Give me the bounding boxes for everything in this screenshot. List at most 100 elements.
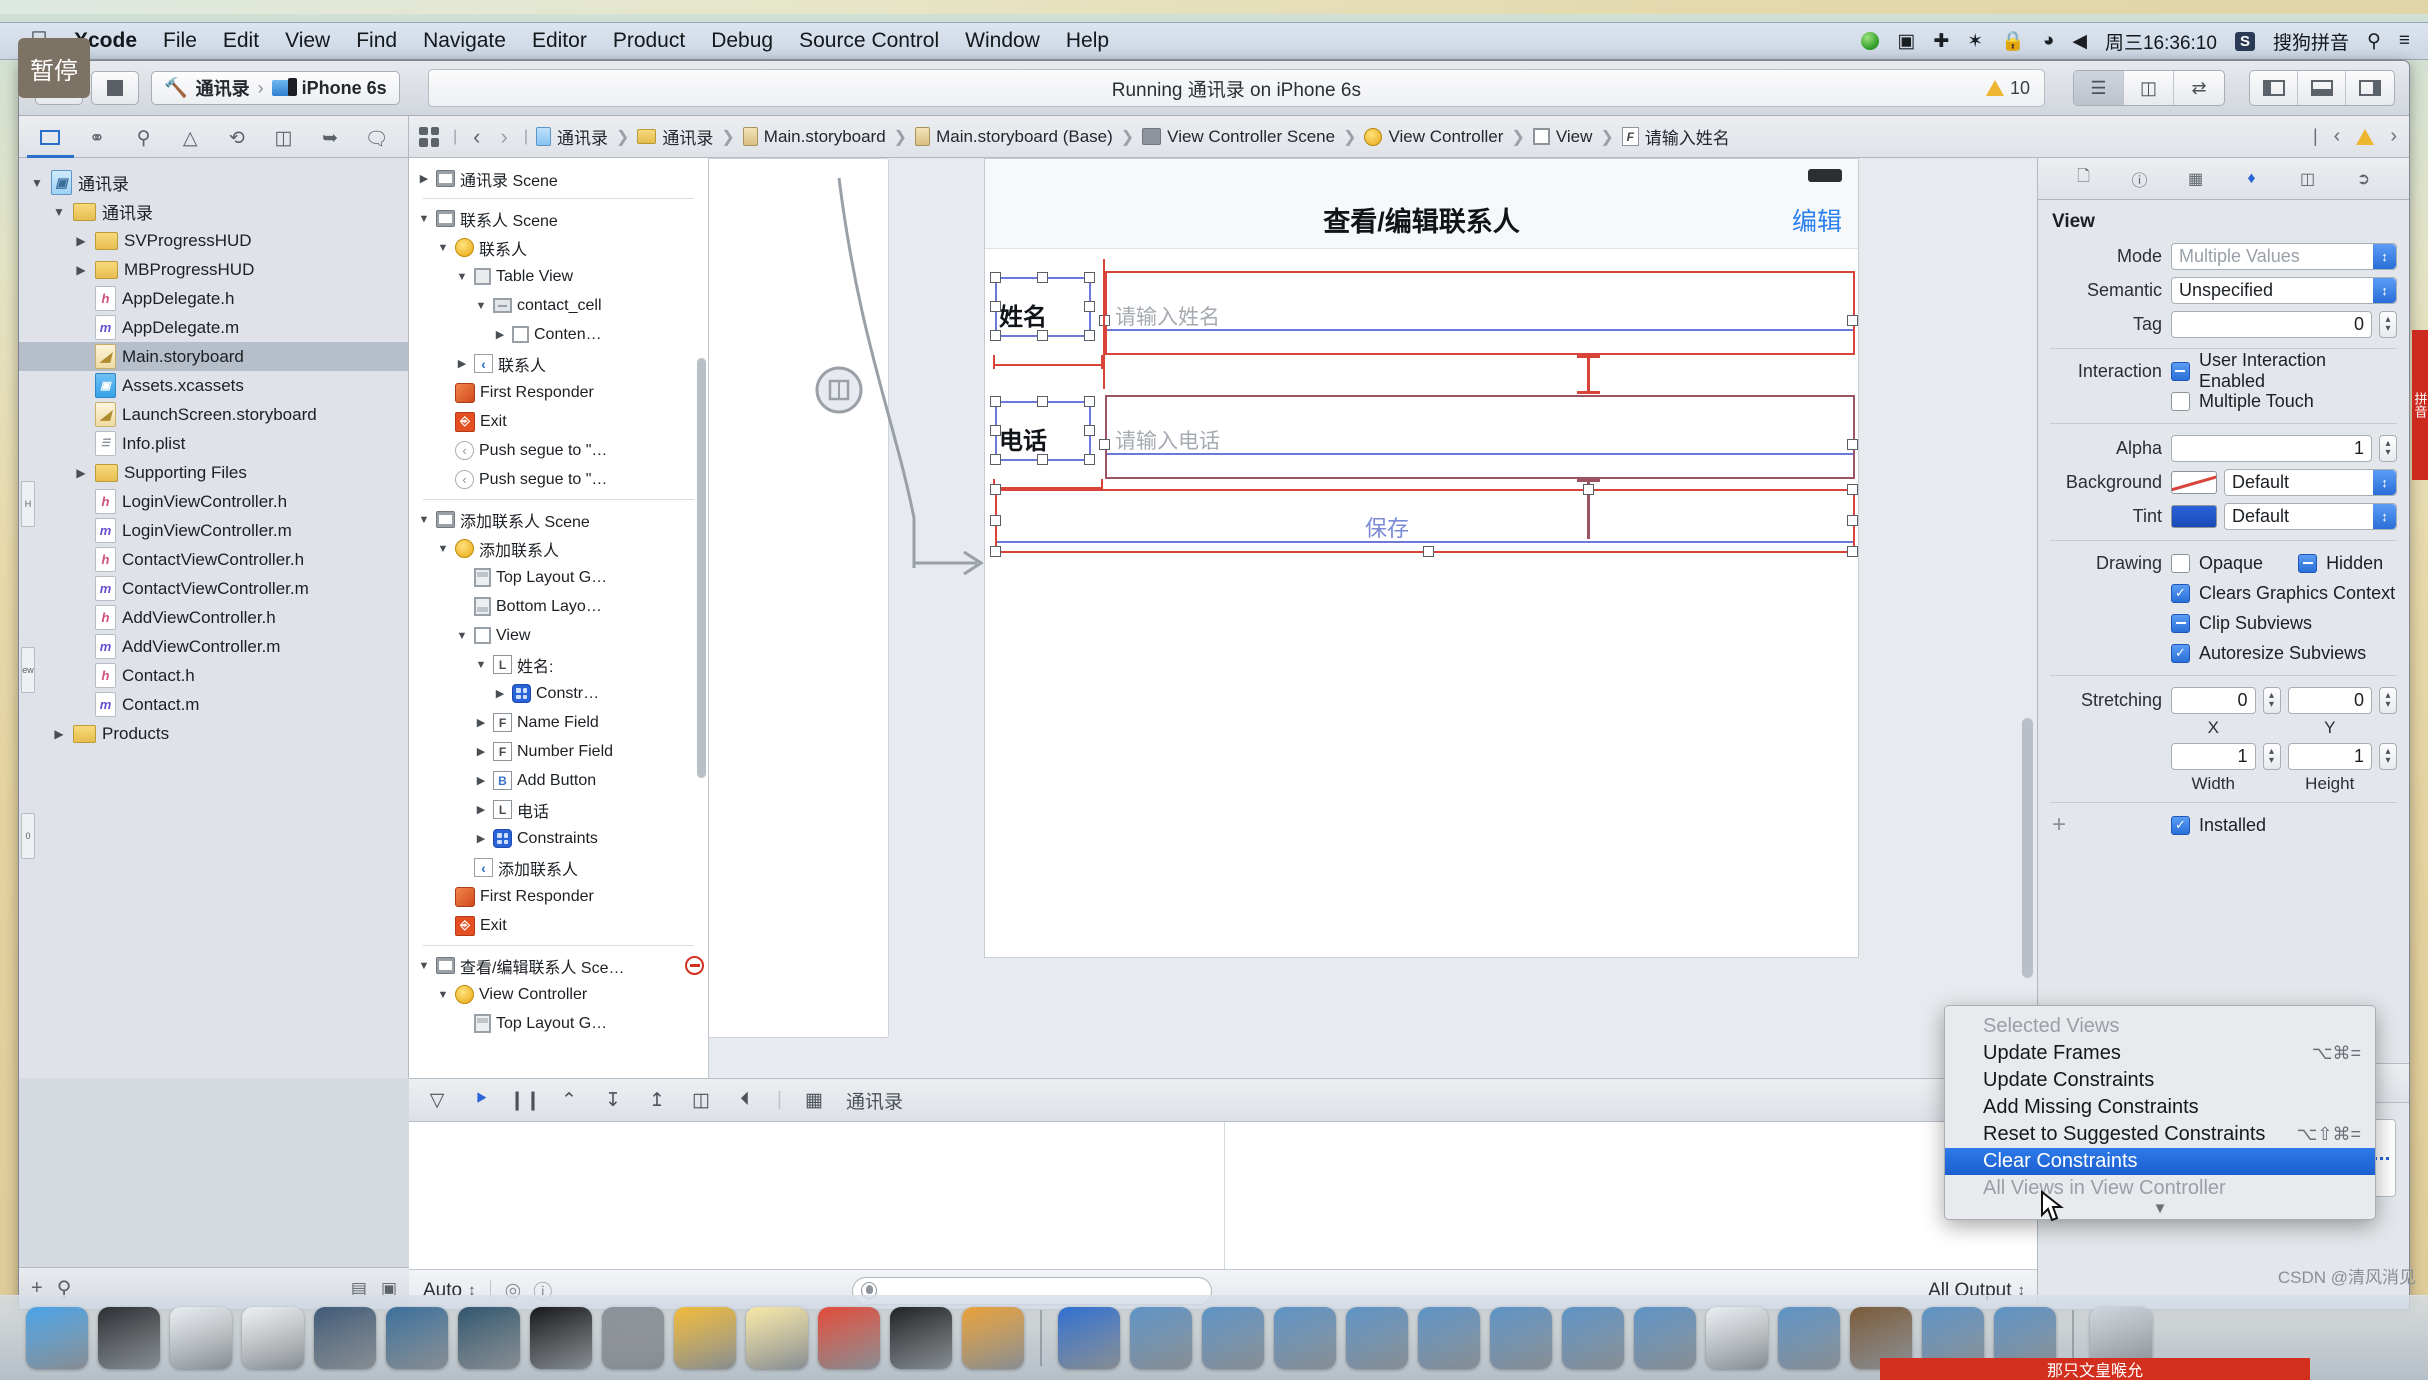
navigator-row[interactable]: m Contact.m (19, 690, 408, 719)
semantic-popup[interactable]: Unspecified ↕ (2171, 276, 2397, 304)
ime-label[interactable]: 搜狗拼音 (2273, 28, 2349, 55)
view-controller-preview[interactable]: 查看/编辑联系人 编辑 姓名 请输入姓名 电话 请输入电话 保存 (984, 158, 1859, 958)
standard-editor-icon[interactable]: ☰ (2074, 71, 2124, 105)
outline-row[interactable]: ▼ 查看/编辑联系人 Sce… (409, 951, 708, 980)
outline-row[interactable]: ▶ ‹ 联系人 (409, 349, 708, 378)
outline-row[interactable]: ▼ 添加联系人 Scene (409, 505, 708, 534)
dock-item-window3-icon[interactable] (1274, 1307, 1336, 1369)
file-inspector-icon[interactable]: 🗋 (2071, 166, 2097, 192)
stretch-h-input[interactable]: 1 (2287, 742, 2372, 770)
outline-row[interactable]: ▼ View Controller (409, 980, 708, 1009)
debug-toggle-icon[interactable] (2298, 71, 2346, 105)
outline-row[interactable]: ▶ F Number Field (409, 737, 708, 766)
menu-item-help[interactable]: Help (1066, 29, 1109, 53)
resize-handle[interactable] (1847, 439, 1858, 450)
outline-row[interactable]: ⎆ Exit (409, 911, 708, 940)
stretch-y-input[interactable]: 0 (2287, 686, 2372, 714)
menu-item-find[interactable]: Find (356, 29, 397, 53)
disclosure-triangle[interactable]: ▼ (436, 989, 450, 1001)
wifi-icon[interactable]: ◕ (2043, 30, 2054, 52)
size-inspector-icon[interactable]: ◫ (2295, 166, 2321, 192)
outline-scrollbar[interactable] (697, 358, 706, 778)
view-debug-icon[interactable]: ◫ (689, 1088, 713, 1112)
disclosure-triangle[interactable]: ▶ (73, 466, 89, 480)
navigator-tab-issue[interactable]: △ (167, 120, 214, 158)
disclosure-triangle[interactable]: ▼ (51, 205, 67, 219)
navigator-row[interactable]: ▣ Assets.xcassets (19, 371, 408, 400)
navigator-row[interactable]: m ContactViewController.m (19, 574, 408, 603)
alpha-input[interactable]: 1 (2171, 434, 2372, 462)
disclosure-triangle[interactable]: ▶ (474, 745, 488, 758)
background-color-swatch[interactable] (2171, 470, 2217, 494)
hide-debug-icon[interactable]: ▽ (425, 1088, 449, 1112)
connections-inspector-icon[interactable]: ➲ (2351, 166, 2377, 192)
storyboard-canvas[interactable]: 查看/编辑联系人 编辑 姓名 请输入姓名 电话 请输入电话 保存 (709, 158, 2039, 1078)
hidden-checkbox[interactable] (2298, 553, 2318, 573)
variables-view[interactable] (409, 1122, 1225, 1269)
step-into-icon[interactable]: ↧ (601, 1088, 625, 1112)
dock-item-window7-icon[interactable] (1562, 1307, 1624, 1369)
tag-stepper[interactable]: ▴ ▾ (2379, 310, 2397, 338)
disclosure-triangle[interactable]: ▼ (417, 960, 431, 972)
canvas-vertical-scrollbar[interactable] (2022, 718, 2033, 978)
dock-item-exec-icon[interactable] (890, 1307, 952, 1369)
stretch-y-stepper[interactable]: ▴ ▾ (2379, 686, 2397, 714)
stretch-w-stepper[interactable]: ▴ ▾ (2262, 742, 2281, 770)
prev-issue-icon[interactable]: ‹ (2334, 125, 2341, 148)
disclosure-triangle[interactable]: ▶ (474, 774, 488, 787)
dock-item-settings-icon[interactable] (602, 1307, 664, 1369)
related-items-icon[interactable] (419, 126, 439, 147)
outline-row[interactable]: ▶ 通讯录 Scene (409, 164, 708, 193)
scheme-selector[interactable]: 🔨 通讯录 › iPhone 6s (151, 71, 400, 105)
document-outline[interactable]: ▶ 通讯录 Scene ▼ 联系人 Scene ▼ 联系人 ▼ Table View ▼ cont… (409, 158, 709, 1078)
outline-row[interactable]: First Responder (409, 378, 708, 407)
breadcrumb-back[interactable]: ‹ (465, 124, 488, 150)
search-icon[interactable]: ⚲ (2367, 30, 2381, 53)
disclosure-triangle[interactable]: ▼ (474, 300, 488, 312)
outline-row[interactable]: First Responder (409, 882, 708, 911)
disclosure-triangle[interactable]: ▼ (436, 543, 450, 555)
dock-item-sketch-icon[interactable] (674, 1307, 736, 1369)
mode-popup[interactable]: Multiple Values ↕ (2171, 242, 2397, 270)
context-menu-item-update-frames[interactable]: Update Frames ⌥⌘= (1945, 1040, 2375, 1067)
outline-row[interactable]: ▼ View (409, 621, 708, 650)
tag-input[interactable]: 0 (2171, 310, 2372, 338)
time-machine-icon[interactable] (1861, 32, 1880, 50)
warning-chip[interactable]: 10 (1985, 78, 2030, 99)
outline-row[interactable]: ⎆ Exit (409, 407, 708, 436)
disclosure-triangle[interactable]: ▼ (417, 213, 431, 225)
dock-item-window10-icon[interactable] (1778, 1307, 1840, 1369)
dock-item-launchpad-icon[interactable] (98, 1307, 160, 1369)
navigator-row[interactable]: ☰ Info.plist (19, 429, 408, 458)
resolve-issues-context-menu[interactable]: Selected Views Update Frames ⌥⌘= Update … (1944, 1005, 2376, 1220)
navigator-toggle-icon[interactable] (2250, 71, 2298, 105)
breadcrumb-item-folder[interactable]: 通讯录 (637, 124, 713, 149)
dock-item-window9-icon[interactable] (1706, 1307, 1768, 1369)
stop-button[interactable] (91, 71, 139, 105)
dock-item-window8-icon[interactable] (1634, 1307, 1696, 1369)
vertical-spacing-constraint[interactable] (1587, 355, 1590, 393)
outline-row[interactable]: ▼ L 姓名: (409, 650, 708, 679)
installed-checkbox[interactable]: ✓ (2171, 815, 2190, 835)
navigator-row[interactable]: ▼ 通讯录 (19, 197, 408, 226)
breadcrumb-item-storyboard-base[interactable]: Main.storyboard (Base) (915, 127, 1113, 147)
pause-icon[interactable]: ❙❙ (509, 1088, 541, 1112)
outline-row[interactable]: ▼ Table View (409, 262, 708, 291)
version-editor-icon[interactable]: ⇄ (2174, 71, 2224, 105)
resize-handle[interactable] (1099, 439, 1110, 450)
breadcrumb-item-view[interactable]: View (1532, 127, 1592, 147)
breadcrumb-item-project[interactable]: 通讯录 (535, 124, 608, 149)
dock-item-charts-icon[interactable] (386, 1307, 448, 1369)
navigator-row[interactable]: ▶ MBProgressHUD (19, 255, 408, 284)
outline-row[interactable]: ▶ F Name Field (409, 708, 708, 737)
stretch-h-stepper[interactable]: ▴ ▾ (2379, 742, 2397, 770)
disclosure-triangle[interactable]: ▼ (455, 271, 469, 283)
disclosure-triangle[interactable]: ▶ (474, 716, 488, 729)
volume-icon[interactable]: ◀ (2072, 30, 2087, 53)
add-variation-button[interactable]: + (2052, 811, 2066, 838)
lock-icon[interactable]: 🔒 (2001, 29, 2025, 53)
project-navigator[interactable]: ▼ ▣ 通讯录 ▼ 通讯录 ▶ SVProgressHUD ▶ MBProgressHUD h Ap… (19, 158, 409, 1078)
opaque-checkbox[interactable] (2171, 553, 2190, 573)
navigator-row[interactable]: m LoginViewController.m (19, 516, 408, 545)
dock-item-window4-icon[interactable] (1346, 1307, 1408, 1369)
